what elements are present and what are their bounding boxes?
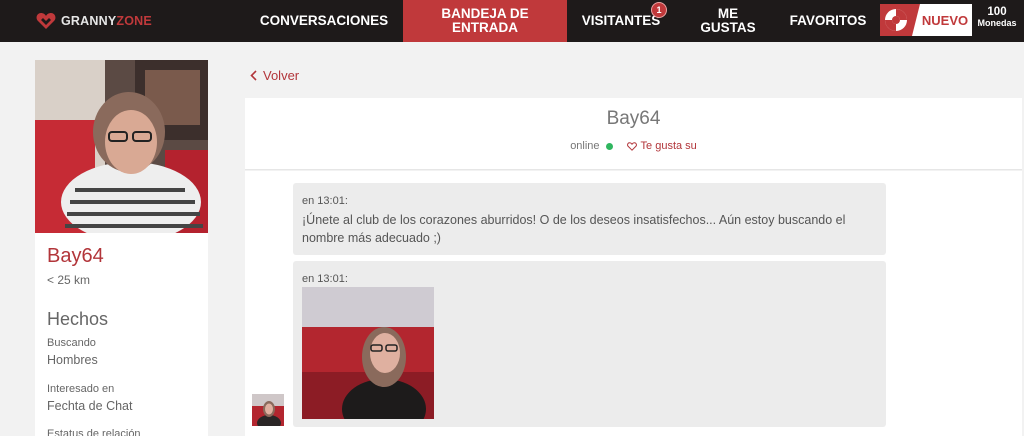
fact-value: Fechta de Chat <box>47 399 133 413</box>
coins-balance[interactable]: 100 Monedas <box>972 6 1022 29</box>
coins-label: Monedas <box>977 18 1017 28</box>
chevron-left-icon <box>250 70 257 81</box>
visitors-count-badge: 1 <box>651 2 667 18</box>
online-status: online <box>570 140 600 152</box>
profile-name: Bay64 <box>47 245 104 267</box>
new-tag: NUEVO <box>912 4 972 36</box>
nav-visitors-label: VISITANTES <box>581 13 661 28</box>
back-link[interactable]: Volver <box>250 68 299 83</box>
status-row: online Te gusta su <box>245 140 1022 152</box>
chat-header: Bay64 online Te gusta su <box>245 98 1022 170</box>
message-time: en 13:01: <box>302 195 348 207</box>
nav-likes[interactable]: ME GUSTAS <box>690 0 766 42</box>
message-bubble: en 13:01: <box>293 261 886 427</box>
like-button[interactable]: Te gusta su <box>626 140 697 152</box>
chat-partner-name[interactable]: Bay64 <box>245 108 1022 130</box>
facts-heading: Hechos <box>47 309 109 329</box>
brand-part-2: ZONE <box>116 14 152 28</box>
fact-label: Estatus de relación <box>47 428 141 436</box>
lifebuoy-icon <box>880 4 912 36</box>
new-tag-label: NUEVO <box>921 12 969 28</box>
nav-conversations[interactable]: CONVERSACIONES <box>246 0 402 42</box>
heart-logo-icon <box>36 13 56 29</box>
message-bubble: en 13:01: ¡Únete al club de los corazone… <box>293 183 886 255</box>
top-navigation: GRANNYZONE CONVERSACIONES BANDEJA DE ENT… <box>0 0 1024 42</box>
chat-messages: en 13:01: ¡Únete al club de los corazone… <box>245 171 1022 436</box>
message-photo[interactable] <box>302 287 434 419</box>
brand-part-1: GRANNY <box>61 14 117 28</box>
fact-label: Interesado en <box>47 383 115 395</box>
profile-card: Bay64 < 25 km Hechos Buscando Hombres In… <box>35 60 208 436</box>
message-text: ¡Únete al club de los corazones aburrido… <box>302 213 846 245</box>
coins-amount: 100 <box>987 6 1007 18</box>
nav-favorites[interactable]: FAVORITOS <box>776 0 880 42</box>
nav-favorites-label: FAVORITOS <box>789 13 867 28</box>
logo[interactable]: GRANNYZONE <box>36 10 152 32</box>
message-time: en 13:01: <box>302 273 348 285</box>
nav-conversations-label: CONVERSACIONES <box>259 13 389 28</box>
nav-inbox-label: BANDEJA DE ENTRADA <box>441 6 529 35</box>
like-label: Te gusta su <box>640 140 697 152</box>
profile-photo[interactable] <box>35 60 208 233</box>
sender-avatar[interactable] <box>252 394 284 426</box>
online-dot-icon <box>605 142 613 150</box>
fact-value: Hombres <box>47 353 98 367</box>
nav-likes-label: ME GUSTAS <box>700 6 756 35</box>
back-link-label: Volver <box>263 68 300 83</box>
new-promo-button[interactable]: NUEVO <box>880 4 972 36</box>
heart-outline-icon <box>626 141 637 151</box>
profile-distance: < 25 km <box>47 273 91 287</box>
nav-inbox[interactable]: BANDEJA DE ENTRADA <box>403 0 567 42</box>
fact-label: Buscando <box>47 337 96 349</box>
